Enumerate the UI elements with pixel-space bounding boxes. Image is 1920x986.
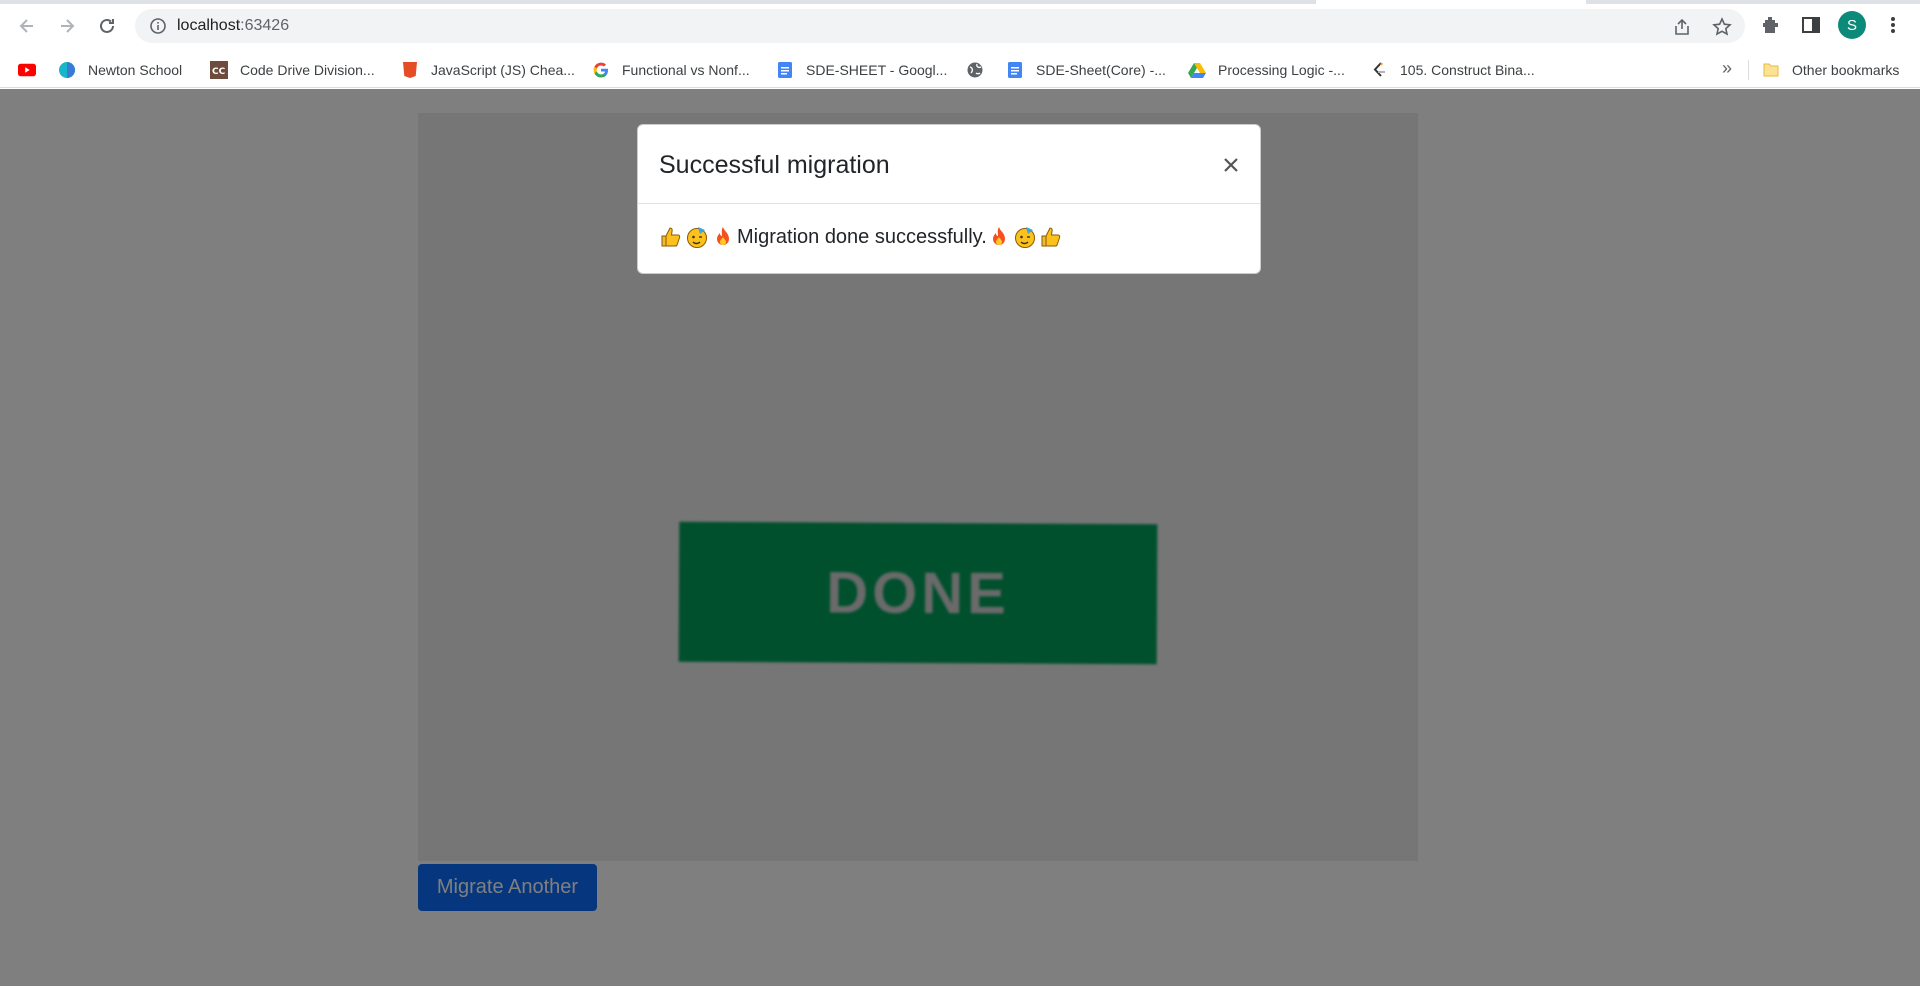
arrow-left-icon — [19, 19, 33, 33]
back-button[interactable] — [13, 12, 41, 40]
address-bar[interactable]: localhost:63426 — [135, 9, 1745, 43]
modal-header: Successful migration — [638, 125, 1260, 204]
other-bookmarks-folder[interactable]: Other bookmarks — [1762, 59, 1899, 81]
forward-button[interactable] — [53, 12, 81, 40]
modal-close-button[interactable] — [1216, 150, 1246, 180]
newton-school-icon — [58, 61, 76, 79]
bookmark-code-drive[interactable]: CC Code Drive Division... — [210, 59, 375, 81]
svg-text:CC: CC — [212, 67, 226, 77]
reload-icon — [100, 18, 114, 33]
partying-face-icon — [1014, 227, 1035, 248]
tab-strip-edge — [0, 0, 1920, 4]
bookmark-construct-binary[interactable]: 105. Construct Bina... — [1370, 59, 1535, 81]
folder-icon — [1762, 61, 1780, 79]
share-icon[interactable] — [1672, 17, 1692, 37]
youtube-icon — [18, 61, 36, 79]
bookmark-javascript[interactable]: JavaScript (JS) Chea... — [401, 59, 575, 81]
partying-face-icon — [687, 227, 707, 248]
bookmark-functional[interactable]: Functional vs Nonf... — [592, 59, 750, 81]
bookmark-processing-logic[interactable]: Processing Logic -... — [1188, 59, 1345, 81]
cc-icon: CC — [210, 61, 228, 79]
close-icon — [1224, 158, 1238, 172]
browser-toolbar: localhost:63426 S — [0, 0, 1920, 50]
modal-message: Migration done successfully. — [737, 225, 987, 248]
leetcode-icon — [1370, 61, 1388, 79]
fire-icon — [992, 227, 1005, 245]
thumbs-up-icon — [1041, 227, 1060, 247]
bookmarks-bar: Newton School CC Code Drive Division... … — [0, 50, 1920, 88]
fire-icon — [717, 227, 729, 245]
extensions-icon[interactable] — [1760, 14, 1782, 36]
globe-icon — [966, 61, 984, 79]
bookmarks-overflow-button[interactable]: » — [1722, 58, 1732, 79]
bookmarks-separator — [1748, 60, 1749, 80]
google-icon — [592, 61, 610, 79]
bookmark-newton-school[interactable]: Newton School — [58, 59, 182, 81]
thumbs-up-icon — [661, 227, 681, 247]
arrow-right-icon — [61, 19, 75, 33]
bookmark-sde-sheet-google[interactable]: SDE-SHEET - Googl... — [776, 59, 947, 81]
side-panel-icon[interactable] — [1800, 14, 1822, 36]
reload-button[interactable] — [93, 12, 121, 40]
google-docs-icon — [776, 61, 794, 79]
google-drive-icon — [1188, 61, 1206, 79]
html-shield-icon — [401, 61, 419, 79]
info-icon[interactable] — [149, 17, 167, 35]
profile-avatar[interactable]: S — [1838, 11, 1866, 39]
bookmark-youtube[interactable] — [18, 59, 48, 81]
modal-body: Migration done successfully. — [659, 225, 1065, 249]
star-icon[interactable] — [1712, 17, 1732, 37]
google-docs-icon — [1006, 61, 1024, 79]
success-modal: Successful migration Migration done succ… — [637, 124, 1261, 274]
bookmark-globe[interactable] — [966, 59, 996, 81]
bookmark-sde-sheet-core[interactable]: SDE-Sheet(Core) -... — [1006, 59, 1166, 81]
modal-title: Successful migration — [659, 151, 890, 179]
more-menu-icon[interactable] — [1882, 14, 1904, 36]
url-text[interactable]: localhost:63426 — [177, 17, 289, 35]
